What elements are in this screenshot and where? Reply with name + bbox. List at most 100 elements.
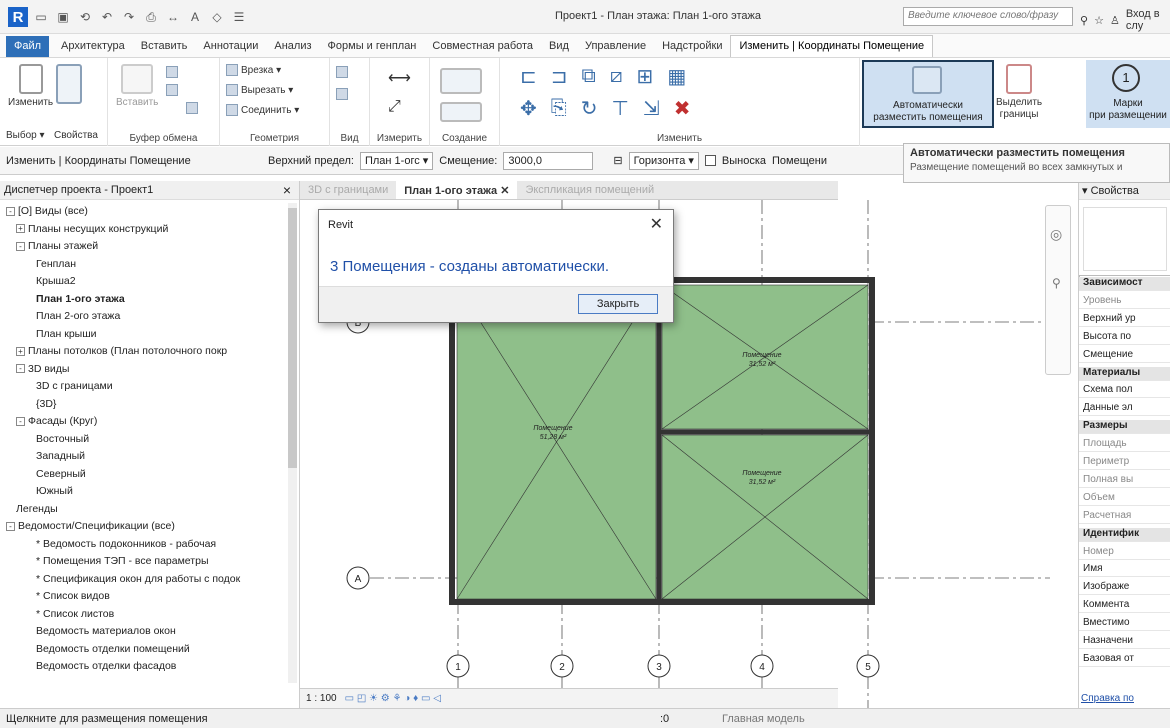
browser-item[interactable]: Генплан (36, 258, 76, 270)
collapse-icon[interactable]: - (16, 364, 25, 373)
property-row[interactable]: Высота по (1079, 331, 1170, 345)
search-input[interactable]: Введите ключевое слово/фразу (903, 7, 1073, 26)
create-part-icon[interactable] (440, 102, 482, 125)
expand-icon[interactable]: + (16, 346, 25, 356)
property-category[interactable]: Размеры (1079, 420, 1170, 435)
cut-clip-icon[interactable] (166, 66, 178, 78)
sync-icon[interactable]: ⟲ (76, 8, 94, 26)
leader-checkbox[interactable] (704, 155, 716, 166)
property-row[interactable]: Объем (1079, 492, 1170, 506)
tab-file[interactable]: Файл (6, 36, 50, 57)
cut-in-button[interactable]: Врезка ▾ (226, 64, 281, 76)
offset-input[interactable]: 3000,0 (503, 151, 594, 170)
steering-wheel-icon[interactable]: ◎ (1050, 226, 1062, 243)
tab-massing[interactable]: Формы и генплан (320, 36, 425, 57)
text-icon[interactable]: A (186, 8, 204, 26)
tab-manage[interactable]: Управление (577, 36, 654, 57)
browser-item[interactable]: 3D с границами (36, 380, 113, 392)
scroll-thumb[interactable] (288, 208, 297, 468)
orientation-select[interactable]: Горизонта ▾ (628, 151, 699, 170)
view-tool-icon[interactable] (336, 66, 348, 78)
browser-item[interactable]: - [O] Виды (все) (6, 205, 88, 217)
match-props-icon[interactable] (186, 102, 198, 114)
tab-collaborate[interactable]: Совместная работа (424, 36, 541, 57)
user-icon[interactable]: ♙ (1110, 14, 1120, 27)
split-icon[interactable]: ⊞ (637, 64, 654, 89)
browser-item[interactable]: Крыша2 (36, 275, 76, 287)
close-button[interactable]: Закрыть (578, 294, 658, 314)
property-row[interactable]: Данные эл (1079, 402, 1170, 417)
tab-architecture[interactable]: Архитектура (53, 36, 133, 57)
browser-item[interactable]: План 2-ого этажа (36, 310, 120, 322)
property-row[interactable]: Схема пол (1079, 384, 1170, 399)
select-dropdown[interactable]: Выбор ▾ (6, 130, 45, 141)
rotate-icon[interactable]: ↻ (581, 96, 598, 121)
3d-view-icon[interactable]: ◇ (208, 8, 226, 26)
property-row[interactable]: Назначени (1079, 635, 1170, 649)
trim-icon[interactable]: ⊤ (612, 96, 629, 121)
auto-place-rooms-button[interactable]: Автоматически разместить помещения (862, 60, 994, 128)
browser-item[interactable]: Ведомость материалов окон (36, 625, 176, 637)
browser-item[interactable]: + Планы несущих конструкций (16, 223, 168, 235)
property-row[interactable]: Полная вы (1079, 474, 1170, 488)
room-2-name[interactable]: Помещение (742, 352, 781, 359)
dimension-tool-icon[interactable]: ⤢ (388, 98, 401, 116)
browser-item[interactable]: - Планы этажей (16, 240, 98, 252)
browser-item[interactable]: + Планы потолков (План потолочного покр (16, 345, 227, 357)
expand-icon[interactable]: + (16, 224, 25, 233)
property-row[interactable]: Смещение (1079, 349, 1170, 363)
view-scale[interactable]: 1 : 100 (306, 693, 337, 704)
property-row[interactable]: Расчетная (1079, 510, 1170, 524)
tab-analyze[interactable]: Анализ (266, 36, 319, 57)
browser-item[interactable]: Северный (36, 468, 86, 480)
delete-icon[interactable]: ✖ (674, 96, 691, 121)
browser-item[interactable]: - Фасады (Круг) (16, 415, 97, 427)
view-tab-3d[interactable]: 3D с границами (300, 181, 396, 199)
browser-item[interactable]: * Список листов (36, 608, 114, 620)
property-category[interactable]: Идентифик (1079, 527, 1170, 542)
tag-on-placement-button[interactable]: 1 Марки при размещении (1086, 60, 1170, 128)
props-menu-icon[interactable]: ▾ (1082, 185, 1088, 197)
view-tool-icon-2[interactable] (336, 88, 348, 100)
redo-icon[interactable]: ↷ (120, 8, 138, 26)
browser-item[interactable]: Восточный (36, 433, 89, 445)
active-model[interactable]: Главная модель (722, 713, 805, 725)
property-category[interactable]: Материалы (1079, 366, 1170, 381)
tab-view[interactable]: Вид (541, 36, 577, 57)
browser-scrollbar[interactable] (288, 203, 297, 683)
thin-lines-icon[interactable]: ☰ (230, 8, 248, 26)
browser-item[interactable]: План крыши (36, 328, 97, 340)
browser-item[interactable]: * Список видов (36, 590, 110, 602)
revit-logo-icon[interactable]: R (8, 7, 28, 27)
signin-link[interactable]: Вход в слу (1126, 8, 1170, 32)
browser-item[interactable]: Ведомость отделки помещений (36, 643, 190, 655)
property-row[interactable]: Изображе (1079, 581, 1170, 596)
browser-item[interactable]: Ведомость отделки фасадов (36, 660, 176, 672)
scale-icon[interactable]: ⇲ (643, 96, 660, 121)
property-row[interactable]: Верхний ур (1079, 313, 1170, 327)
tab-insert[interactable]: Вставить (133, 36, 196, 57)
copy-clip-icon[interactable] (166, 84, 178, 96)
star-icon[interactable]: ☆ (1094, 14, 1104, 27)
room-3-name[interactable]: Помещение (742, 470, 781, 477)
view-tab-schedule[interactable]: Экспликация помещений (517, 181, 662, 199)
join-button[interactable]: Соединить ▾ (226, 104, 299, 116)
browser-item[interactable]: * Спецификация окон для работы с подок (36, 573, 240, 585)
browser-item[interactable]: План 1-ого этажа (36, 293, 125, 305)
measure-icon[interactable]: ↔ (164, 8, 182, 26)
browser-item[interactable]: Южный (36, 485, 73, 497)
view-controls-icons[interactable]: ▭ ◰ ☀ ⚙ ⚘ ◑ ♦ ▭ ◁ (345, 693, 441, 704)
property-category[interactable]: Зависимост (1079, 277, 1170, 291)
upper-limit-select[interactable]: План 1-огс ▾ (359, 151, 434, 170)
properties-button[interactable] (56, 64, 82, 107)
property-row[interactable]: Базовая от (1079, 653, 1170, 667)
binoculars-icon[interactable]: ⚲ (1080, 14, 1088, 27)
close-icon[interactable]: ✕ (650, 214, 663, 234)
navigation-bar[interactable]: ◎ ⚲ (1045, 205, 1071, 375)
highlight-boundaries-button[interactable]: Выделить границы (996, 64, 1042, 121)
create-group-icon[interactable] (440, 68, 482, 97)
paste-button[interactable]: Вставить (116, 64, 158, 109)
zoom-icon[interactable]: ⚲ (1052, 276, 1061, 290)
browser-item[interactable]: Легенды (16, 503, 58, 515)
copy-icon[interactable]: ⎘ (551, 97, 567, 120)
